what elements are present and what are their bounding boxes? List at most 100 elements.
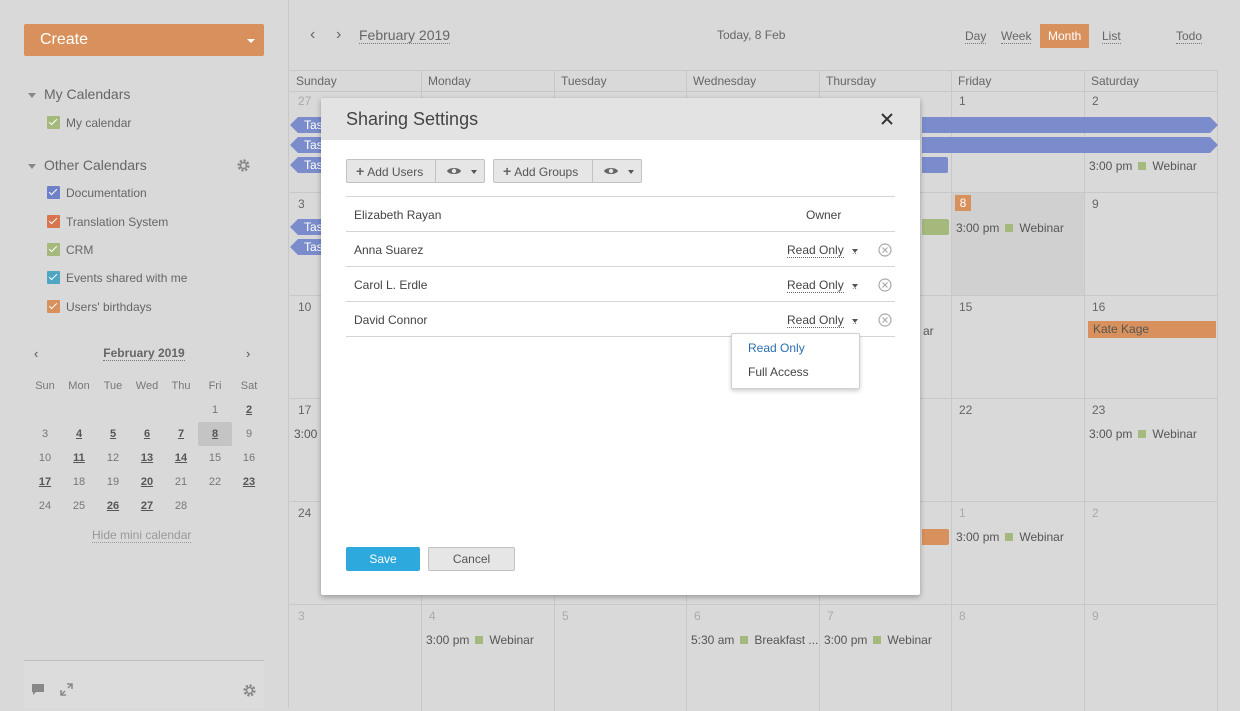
remove-user-icon[interactable]	[878, 278, 892, 292]
settings-gear-icon[interactable]	[242, 683, 257, 698]
task-bar[interactable]: Tas	[298, 137, 323, 153]
mini-day[interactable]: 21	[164, 470, 198, 494]
add-groups-button[interactable]: + Add Groups	[494, 160, 593, 182]
mini-day[interactable]: 18	[62, 470, 96, 494]
mini-day[interactable]: 12	[96, 446, 130, 470]
task-bar[interactable]: Tas	[298, 117, 323, 133]
task-bar[interactable]	[922, 137, 1210, 153]
day-number[interactable]: 4	[429, 609, 436, 623]
chat-icon[interactable]	[31, 683, 45, 696]
mini-day[interactable]: 24	[28, 494, 62, 518]
create-button[interactable]: Create	[24, 24, 264, 56]
mini-calendar-title[interactable]: February 2019	[103, 346, 185, 361]
task-bar[interactable]	[922, 117, 1210, 133]
day-number[interactable]: 3	[298, 609, 305, 623]
mini-day[interactable]: 1	[198, 398, 232, 422]
my-calendars-header[interactable]: My Calendars	[28, 86, 130, 102]
mini-day[interactable]: 25	[62, 494, 96, 518]
day-number[interactable]: 3	[298, 197, 305, 211]
expand-icon[interactable]	[60, 683, 73, 696]
option-read-only[interactable]: Read Only	[748, 341, 805, 355]
checkbox-icon[interactable]	[47, 186, 60, 199]
today-day-number[interactable]: 8	[955, 195, 971, 211]
mini-day[interactable]: 9	[232, 422, 266, 446]
checkbox-icon[interactable]	[47, 243, 60, 256]
save-button[interactable]: Save	[346, 547, 420, 571]
view-week-button[interactable]: Week	[993, 24, 1039, 48]
mini-day[interactable]: 4	[62, 422, 96, 446]
mini-day[interactable]: 17	[28, 470, 62, 494]
mini-day[interactable]: 8	[198, 422, 232, 446]
day-number[interactable]: 15	[959, 300, 972, 314]
mini-day[interactable]: 22	[198, 470, 232, 494]
calendar-item-documentation[interactable]: Documentation	[47, 186, 147, 204]
mini-day[interactable]: 6	[130, 422, 164, 446]
day-number[interactable]: 8	[959, 609, 966, 623]
mini-day[interactable]: 11	[62, 446, 96, 470]
remove-user-icon[interactable]	[878, 313, 892, 327]
mini-day[interactable]: 14	[164, 446, 198, 470]
mini-day[interactable]: 15	[198, 446, 232, 470]
day-number[interactable]: 1	[959, 506, 966, 520]
day-number[interactable]: 5	[562, 609, 569, 623]
add-users-button[interactable]: + Add Users	[347, 160, 436, 182]
chevron-down-icon[interactable]	[247, 39, 255, 43]
next-period-icon[interactable]: ›	[336, 26, 341, 44]
day-number[interactable]: 22	[959, 403, 972, 417]
event-breakfast[interactable]: 5:30 am Breakfast ...	[691, 633, 818, 647]
event-webinar[interactable]: 3:00 pm Webinar	[1089, 427, 1197, 441]
day-number[interactable]: 2	[1092, 94, 1099, 108]
other-calendars-header[interactable]: Other Calendars	[28, 157, 147, 173]
task-bar[interactable]	[922, 157, 948, 173]
view-month-button[interactable]: Month	[1040, 24, 1090, 48]
mini-day[interactable]: 23	[232, 470, 266, 494]
day-number[interactable]: 27	[298, 94, 311, 108]
day-number[interactable]: 2	[1092, 506, 1099, 520]
day-number[interactable]: 1	[959, 94, 966, 108]
day-number[interactable]: 16	[1092, 300, 1105, 314]
mini-day[interactable]: 26	[96, 494, 130, 518]
hide-mini-calendar-link[interactable]: Hide mini calendar	[92, 528, 192, 543]
day-number[interactable]: 10	[298, 300, 311, 314]
cancel-button[interactable]: Cancel	[428, 547, 515, 571]
day-number[interactable]: 9	[1092, 197, 1099, 211]
mini-day[interactable]: 20	[130, 470, 164, 494]
prev-period-icon[interactable]: ‹	[310, 26, 315, 44]
day-number[interactable]: 17	[298, 403, 311, 417]
mini-day[interactable]: 10	[28, 446, 62, 470]
prev-month-icon[interactable]: ‹	[34, 346, 38, 361]
checkbox-icon[interactable]	[47, 300, 60, 313]
event-webinar[interactable]: 3:00 pm Webinar	[1089, 159, 1197, 173]
view-todo-button[interactable]: Todo	[1168, 24, 1210, 48]
mini-day[interactable]: 7	[164, 422, 198, 446]
remove-user-icon[interactable]	[878, 243, 892, 257]
mini-day[interactable]: 27	[130, 494, 164, 518]
period-title[interactable]: February 2019	[359, 27, 451, 44]
close-icon[interactable]	[879, 111, 895, 127]
checkbox-icon[interactable]	[47, 215, 60, 228]
today-label[interactable]: Today, 8 Feb	[717, 28, 785, 42]
checkbox-icon[interactable]	[47, 271, 60, 284]
collapse-triangle-icon[interactable]	[28, 92, 36, 98]
add-groups-permission-dropdown[interactable]	[593, 160, 641, 182]
option-full-access[interactable]: Full Access	[748, 365, 809, 379]
task-bar[interactable]: Tas	[298, 219, 323, 235]
calendar-item-crm[interactable]: CRM	[47, 243, 93, 261]
access-level-select[interactable]: Read Only	[787, 243, 858, 258]
event-webinar[interactable]: 3:00 pm Webinar	[956, 530, 1064, 544]
calendar-item-users-birthdays[interactable]: Users' birthdays	[47, 300, 152, 318]
next-month-icon[interactable]: ›	[246, 346, 250, 361]
access-level-select[interactable]: Read Only	[787, 313, 858, 328]
mini-day[interactable]: 28	[164, 494, 198, 518]
event-bar[interactable]	[922, 529, 949, 545]
event-webinar[interactable]: 3:00 pm Webinar	[426, 633, 534, 647]
gear-icon[interactable]	[236, 158, 251, 173]
view-list-button[interactable]: List	[1094, 24, 1129, 48]
mini-day[interactable]: 5	[96, 422, 130, 446]
mini-day[interactable]: 16	[232, 446, 266, 470]
birthday-event[interactable]: Kate Kage	[1088, 321, 1216, 338]
day-number[interactable]: 24	[298, 506, 311, 520]
day-number[interactable]: 23	[1092, 403, 1105, 417]
event-webinar[interactable]: 3:00 pm Webinar	[956, 221, 1064, 235]
event-webinar[interactable]: 3:00 pm Webinar	[824, 633, 932, 647]
